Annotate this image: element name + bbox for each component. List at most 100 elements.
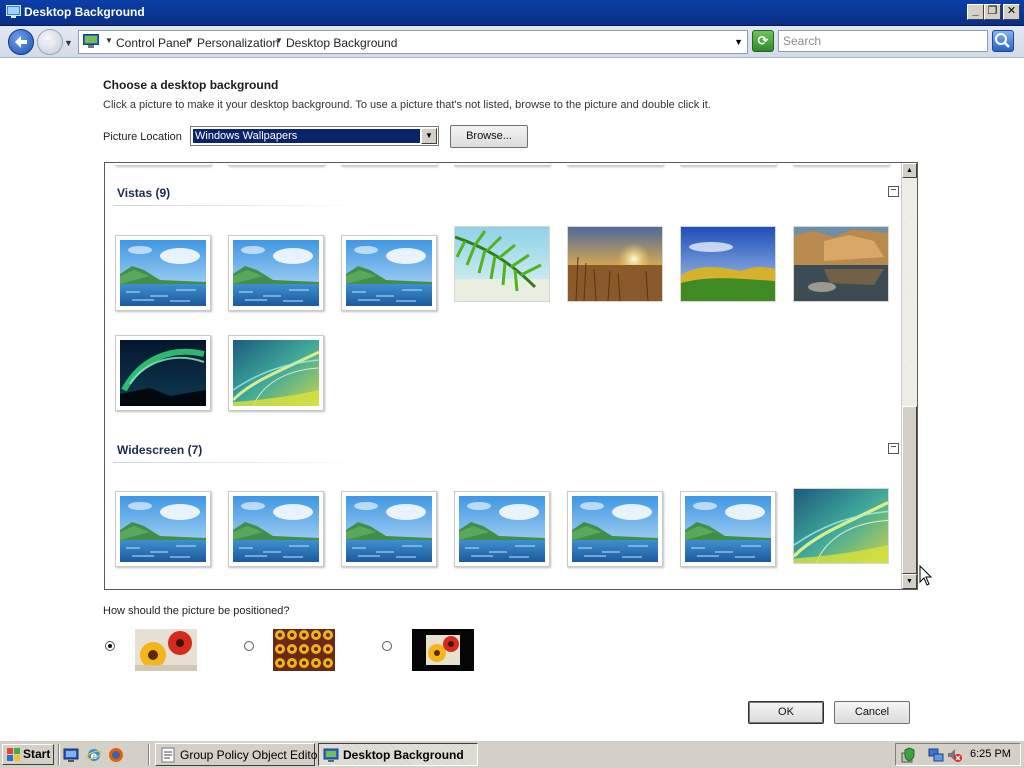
picture-location-select[interactable]: Windows Wallpapers ▼ [190, 126, 439, 146]
vista-lake-image [346, 496, 432, 562]
vista-lake-image [120, 496, 206, 562]
collapse-widescreen-button[interactable]: − [888, 443, 899, 454]
vista-lake-image [233, 240, 319, 306]
task-label: Group Policy Object Editor [180, 748, 322, 762]
wallpaper-thumbnail[interactable] [115, 491, 211, 567]
task-group-policy-editor[interactable]: Group Policy Object Editor [155, 743, 321, 766]
vista-waves-image [794, 489, 888, 563]
search-icon [995, 33, 1010, 48]
wallpaper-thumbnail[interactable] [454, 226, 550, 302]
position-center-radio[interactable] [382, 641, 392, 651]
wallpaper-thumbnail[interactable] [793, 226, 889, 302]
partial-thumbnail [115, 163, 211, 166]
desktop-background-icon [6, 5, 21, 18]
scroll-track[interactable] [902, 178, 917, 406]
show-desktop-icon[interactable] [63, 747, 79, 763]
wallpaper-thumbnail[interactable] [115, 335, 211, 411]
wallpaper-thumbnail[interactable] [680, 491, 776, 567]
window-title: Desktop Background [24, 5, 145, 19]
wallpaper-thumbnail[interactable] [341, 491, 437, 567]
wallpaper-thumbnail[interactable] [228, 335, 324, 411]
wallpaper-thumbnail[interactable] [115, 235, 211, 311]
position-tile-radio[interactable] [244, 641, 254, 651]
start-label: Start [23, 747, 51, 761]
breadcrumb-separator-icon: ▼ [105, 36, 113, 45]
position-fit-radio[interactable] [105, 641, 115, 651]
wallpaper-thumbnail[interactable] [341, 235, 437, 311]
position-question: How should the picture be positioned? [103, 605, 290, 617]
refresh-button[interactable]: ⟳ [752, 30, 774, 52]
vista-lake-image [459, 496, 545, 562]
partial-thumbnail [567, 163, 663, 166]
forward-button[interactable] [37, 29, 63, 55]
maximize-button[interactable]: ❐ [984, 4, 1001, 20]
vista-lake-image [233, 496, 319, 562]
cancel-button[interactable]: Cancel [834, 701, 910, 724]
mouse-pointer-icon [919, 565, 933, 586]
task-desktop-background[interactable]: Desktop Background [318, 743, 478, 766]
partial-thumbnail [680, 163, 776, 166]
network-icon[interactable] [928, 747, 944, 763]
picture-list[interactable]: Vistas (9) − Widescreen (7) − ▲ ▼ [104, 162, 918, 590]
breadcrumb-separator-icon[interactable]: ▼ [275, 36, 283, 45]
quick-launch-divider [58, 744, 60, 765]
position-fit-image[interactable] [135, 629, 197, 671]
content-area: Choose a desktop background Click a pict… [0, 59, 1024, 737]
address-bar: ▼ ▼ Control Panel ▼ Personalization ▼ De… [0, 26, 1024, 58]
aurora-image [120, 340, 206, 406]
security-shield-icon[interactable] [900, 747, 916, 763]
wallpaper-thumbnail[interactable] [680, 226, 776, 302]
position-center-image[interactable] [412, 629, 474, 671]
search-input[interactable]: Search [778, 30, 988, 52]
scroll-up-icon[interactable]: ▲ [902, 163, 917, 178]
wallpaper-thumbnail[interactable] [793, 488, 889, 564]
vista-lake-image [572, 496, 658, 562]
green-hills-image [681, 227, 775, 301]
wallpaper-thumbnail[interactable] [567, 491, 663, 567]
partial-thumbnail [341, 163, 437, 166]
internet-explorer-icon[interactable]: e [86, 747, 102, 763]
system-tray: 6:25 PM [895, 743, 1021, 766]
group-divider [113, 205, 363, 206]
wallpaper-thumbnail[interactable] [228, 235, 324, 311]
group-title-vistas: Vistas (9) [117, 186, 171, 200]
picture-list-scrollbar[interactable]: ▲ ▼ [901, 163, 917, 589]
breadcrumb-separator-icon[interactable]: ▼ [186, 36, 194, 45]
wallpaper-thumbnail[interactable] [228, 491, 324, 567]
recent-pages-dropdown[interactable]: ▼ [64, 38, 73, 48]
search-button[interactable] [992, 30, 1014, 52]
breadcrumb-personalization[interactable]: Personalization [197, 36, 279, 50]
breadcrumb-desktop-background[interactable]: Desktop Background [286, 36, 397, 50]
back-button[interactable] [8, 29, 34, 55]
wallpaper-thumbnail[interactable] [567, 226, 663, 302]
task-label: Desktop Background [343, 748, 464, 762]
title-bar[interactable]: Desktop Background _ ❐ ✕ [0, 0, 1024, 26]
partial-thumbnail [793, 163, 889, 166]
close-button[interactable]: ✕ [1003, 4, 1020, 20]
address-dropdown-icon[interactable]: ▼ [734, 37, 743, 47]
scroll-down-icon[interactable]: ▼ [902, 574, 917, 589]
browse-button[interactable]: Browse... [450, 125, 528, 148]
position-tile-image[interactable] [273, 629, 335, 671]
breadcrumb-control-panel[interactable]: Control Panel [116, 36, 189, 50]
rock-reflection-image [794, 227, 888, 301]
wallpaper-thumbnail[interactable] [454, 491, 550, 567]
firefox-icon[interactable] [108, 747, 124, 763]
vista-lake-image [685, 496, 771, 562]
picture-location-value: Windows Wallpapers [193, 129, 420, 143]
start-button[interactable]: Start [2, 744, 54, 765]
minimize-button[interactable]: _ [967, 4, 984, 20]
collapse-vistas-button[interactable]: − [888, 186, 899, 197]
palm-frond-image [455, 227, 549, 301]
ok-button[interactable]: OK [748, 701, 824, 724]
vista-lake-image [346, 240, 432, 306]
scroll-thumb[interactable] [902, 406, 917, 574]
chevron-down-icon[interactable]: ▼ [421, 128, 437, 144]
address-field[interactable]: ▼ Control Panel ▼ Personalization ▼ Desk… [78, 30, 748, 54]
taskbar-divider [148, 744, 150, 765]
back-arrow-icon [15, 36, 27, 48]
refresh-icon: ⟳ [757, 33, 769, 48]
volume-muted-icon[interactable] [946, 747, 962, 763]
windows-flag-icon [7, 748, 20, 761]
policy-editor-icon [161, 747, 175, 763]
